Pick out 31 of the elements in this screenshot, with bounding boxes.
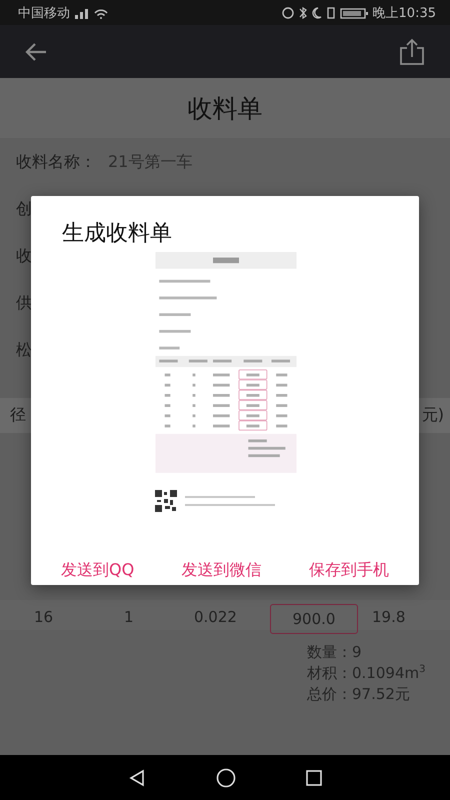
table-cell-text: 0.022 bbox=[194, 608, 238, 626]
recents-nav-icon[interactable] bbox=[306, 770, 322, 786]
total-line: 总价：97.52元 bbox=[307, 684, 410, 705]
field-label: 供 bbox=[16, 293, 32, 314]
home-nav-icon[interactable] bbox=[216, 768, 236, 788]
back-nav-icon[interactable] bbox=[128, 768, 146, 786]
field-label: 松 bbox=[16, 340, 32, 361]
field-label: 收 bbox=[16, 246, 32, 267]
carrier-label: 中国移动 bbox=[18, 4, 70, 22]
price-input[interactable]: 900.0 bbox=[270, 604, 358, 634]
share-action-button[interactable]: 发送到QQ bbox=[61, 556, 134, 585]
field-label: 收料名称： bbox=[16, 152, 96, 172]
clock-label: 晚上10:35 bbox=[372, 4, 436, 22]
total-line: 材积：0.1094m$^{3}$ bbox=[307, 663, 426, 684]
table-cell-text: 19.8 bbox=[372, 608, 406, 626]
share-action-button[interactable]: 保存到手机 bbox=[309, 556, 389, 585]
total-line: 数量：9 bbox=[307, 642, 362, 663]
page-title: 收料单 bbox=[188, 92, 262, 124]
field-label: 创 bbox=[16, 199, 32, 220]
bluetooth-icon bbox=[298, 6, 307, 18]
qr-code-icon bbox=[155, 490, 177, 512]
moon-icon bbox=[312, 6, 322, 18]
dialog-title: 生成收料单 bbox=[61, 220, 172, 248]
alarm-icon bbox=[282, 6, 294, 18]
column-header: 径 bbox=[10, 405, 26, 426]
table-cell-text: 1 bbox=[124, 608, 135, 626]
battery-icon bbox=[340, 6, 368, 18]
share-action-button[interactable]: 发送到微信 bbox=[182, 556, 262, 585]
table-cell-text: 16 bbox=[34, 608, 54, 626]
column-header: 元) bbox=[422, 405, 444, 426]
vibrate-icon bbox=[326, 6, 335, 18]
